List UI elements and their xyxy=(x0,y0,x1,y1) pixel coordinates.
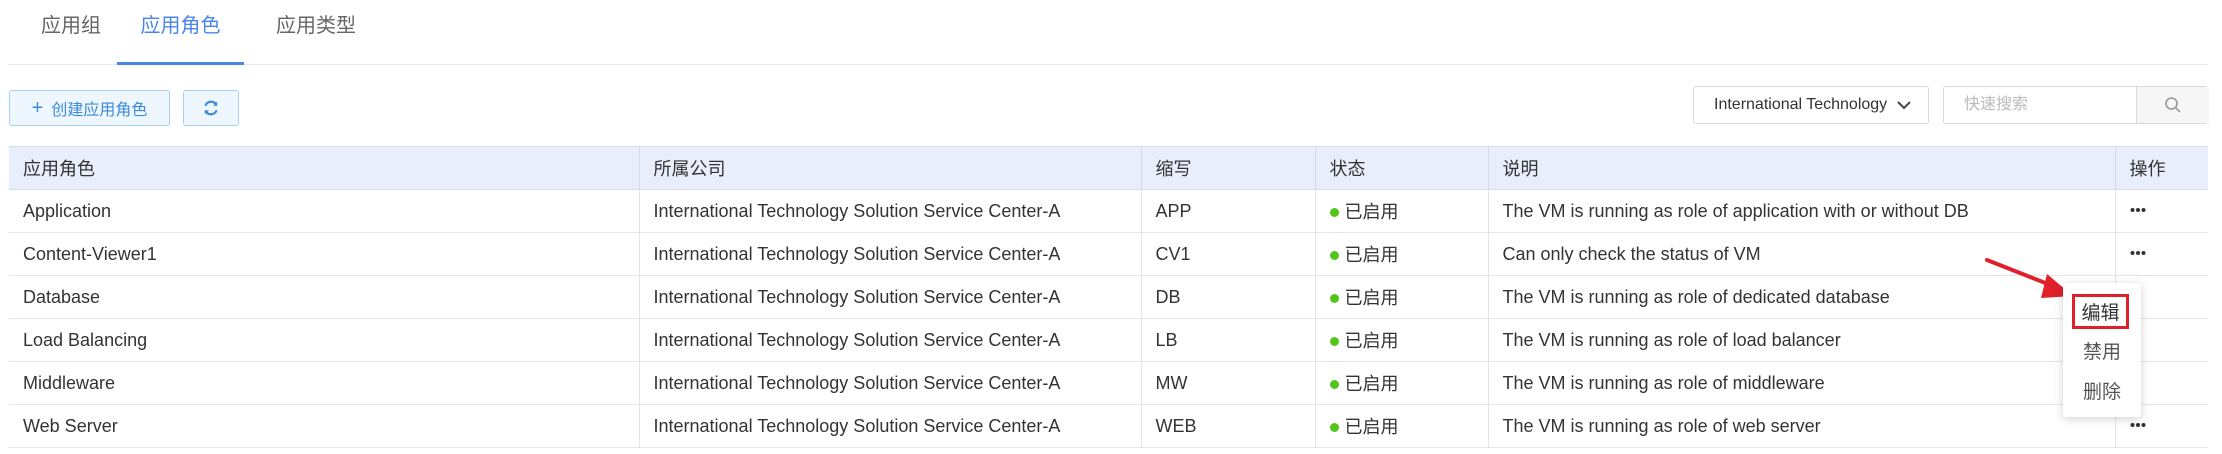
status-dot xyxy=(1329,336,1339,346)
cell-company: International Technology Solution Servic… xyxy=(638,318,1141,362)
create-app-role-button[interactable]: + 创建应用角色 xyxy=(9,90,170,126)
cell-description: The VM is running as role of load balanc… xyxy=(1487,318,2115,362)
cell-status: 已启用 xyxy=(1314,189,1488,233)
company-select-value: International Technology Solution Servic… xyxy=(1714,96,1892,113)
cell-abbr: WEB xyxy=(1140,404,1315,448)
cell-description: The VM is running as role of middleware xyxy=(1487,361,2115,405)
column-header-description[interactable]: 说明 xyxy=(1487,146,2115,190)
more-actions-icon[interactable] xyxy=(2130,240,2146,261)
cell-company: International Technology Solution Servic… xyxy=(638,189,1141,233)
delete-menu-item[interactable]: 删除 xyxy=(2063,376,2141,410)
status-dot xyxy=(1329,422,1339,432)
status-dot xyxy=(1329,250,1339,260)
status-dot xyxy=(1329,379,1339,389)
status-text: 已启用 xyxy=(1344,417,1399,437)
cell-status: 已启用 xyxy=(1314,361,1488,405)
status-text: 已启用 xyxy=(1344,288,1399,308)
table-header-row: 应用角色 所属公司 缩写 状态 说明 操作 xyxy=(9,146,2208,190)
status-dot xyxy=(1329,207,1339,217)
search-button[interactable] xyxy=(2136,87,2209,123)
row-action-menu: 编辑 禁用 删除 xyxy=(2063,283,2141,417)
cell-role: Database xyxy=(9,275,639,319)
table-row[interactable]: Content-Viewer1 International Technology… xyxy=(9,232,2208,276)
cell-company: International Technology Solution Servic… xyxy=(638,404,1141,448)
app-role-table: 应用角色 所属公司 缩写 状态 说明 操作 Application Intern… xyxy=(9,146,2208,448)
cell-abbr: LB xyxy=(1140,318,1315,362)
refresh-icon xyxy=(204,100,218,116)
more-actions-icon[interactable] xyxy=(2130,197,2146,218)
tab-bar: 应用组 应用角色 应用类型 xyxy=(8,0,2208,65)
cell-role: Load Balancing xyxy=(9,318,639,362)
tab-app-type[interactable]: 应用类型 xyxy=(256,0,376,64)
cell-description: The VM is running as role of web server xyxy=(1487,404,2115,448)
cell-actions xyxy=(2114,232,2208,276)
company-select[interactable]: International Technology Solution Servic… xyxy=(1693,86,1929,124)
table-row[interactable]: Middleware International Technology Solu… xyxy=(9,361,2208,405)
cell-role: Content-Viewer1 xyxy=(9,232,639,276)
tab-app-role[interactable]: 应用角色 xyxy=(117,0,244,65)
tab-app-group[interactable]: 应用组 xyxy=(26,0,116,64)
column-header-role[interactable]: 应用角色 xyxy=(9,146,639,190)
search-input[interactable] xyxy=(1944,87,2136,123)
cell-role: Web Server xyxy=(9,404,639,448)
cell-abbr: APP xyxy=(1140,189,1315,233)
cell-role: Application xyxy=(9,189,639,233)
status-text: 已启用 xyxy=(1344,202,1399,222)
annotation-arrow-icon xyxy=(1985,258,2073,298)
plus-icon: + xyxy=(31,97,44,119)
column-header-actions: 操作 xyxy=(2114,146,2208,190)
cell-abbr: CV1 xyxy=(1140,232,1315,276)
chevron-down-icon xyxy=(1897,101,1911,110)
cell-abbr: MW xyxy=(1140,361,1315,405)
cell-status: 已启用 xyxy=(1314,232,1488,276)
cell-company: International Technology Solution Servic… xyxy=(638,275,1141,319)
quick-search xyxy=(1943,86,2209,124)
status-text: 已启用 xyxy=(1344,245,1399,265)
disable-menu-item[interactable]: 禁用 xyxy=(2063,336,2141,370)
cell-description: The VM is running as role of application… xyxy=(1487,189,2115,233)
status-text: 已启用 xyxy=(1344,331,1399,351)
cell-abbr: DB xyxy=(1140,275,1315,319)
column-header-abbr[interactable]: 缩写 xyxy=(1140,146,1315,190)
column-header-status[interactable]: 状态 xyxy=(1314,146,1488,190)
edit-menu-item[interactable]: 编辑 xyxy=(2072,294,2129,329)
table-row[interactable]: Web Server International Technology Solu… xyxy=(9,404,2208,448)
table-row[interactable]: Application International Technology Sol… xyxy=(9,189,2208,233)
search-icon xyxy=(2165,97,2181,113)
create-app-role-label: 创建应用角色 xyxy=(51,102,148,119)
cell-actions xyxy=(2114,189,2208,233)
table-row[interactable]: Database International Technology Soluti… xyxy=(9,275,2208,319)
cell-role: Middleware xyxy=(9,361,639,405)
table-row[interactable]: Load Balancing International Technology … xyxy=(9,318,2208,362)
cell-status: 已启用 xyxy=(1314,275,1488,319)
refresh-button[interactable] xyxy=(183,90,239,126)
status-dot xyxy=(1329,293,1339,303)
column-header-company[interactable]: 所属公司 xyxy=(638,146,1141,190)
cell-status: 已启用 xyxy=(1314,318,1488,362)
cell-status: 已启用 xyxy=(1314,404,1488,448)
cell-company: International Technology Solution Servic… xyxy=(638,361,1141,405)
status-text: 已启用 xyxy=(1344,374,1399,394)
cell-company: International Technology Solution Servic… xyxy=(638,232,1141,276)
